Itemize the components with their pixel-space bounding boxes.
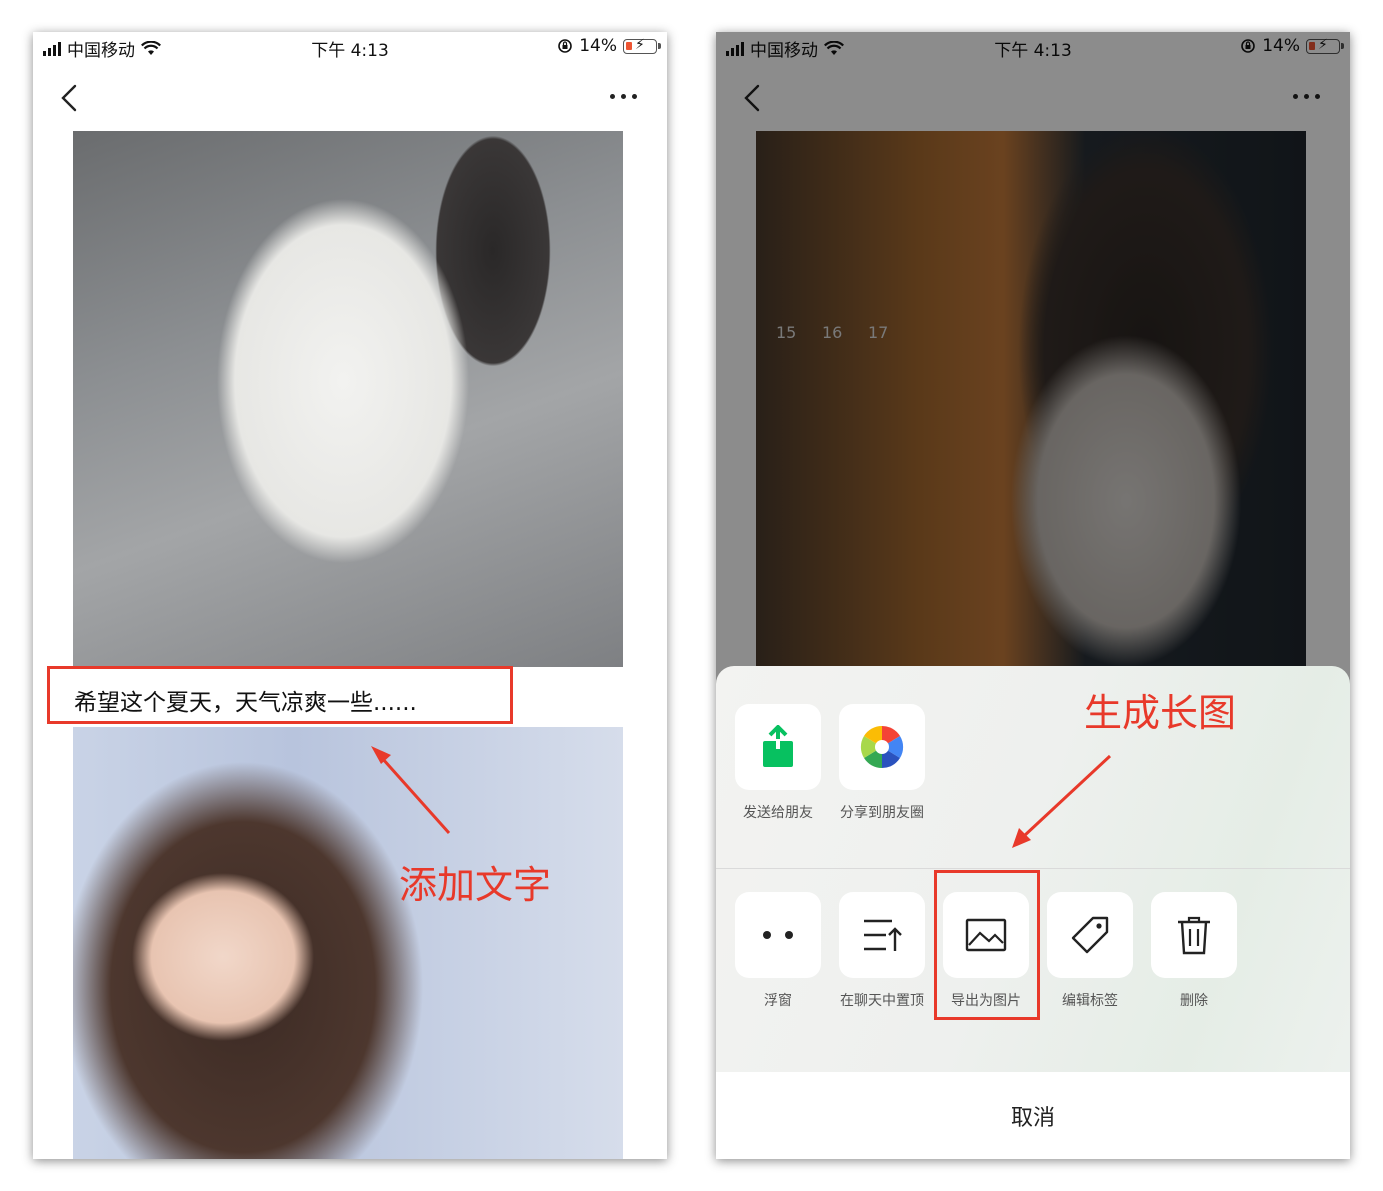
action-label: 在聊天中置顶: [840, 993, 924, 1009]
share-to-moments-action[interactable]: 分享到朋友圈: [822, 704, 942, 822]
float-window-action[interactable]: 浮窗: [718, 892, 838, 1010]
cancel-label: 取消: [1010, 1105, 1055, 1131]
orientation-lock-icon: [558, 39, 573, 53]
send-to-friend-action[interactable]: 发送给朋友: [718, 704, 838, 822]
export-highlight-box: [934, 870, 1040, 1020]
status-bar: 中国移动 下午 4:13 14% ⚡: [33, 32, 667, 62]
action-label: 分享到朋友圈: [840, 805, 924, 821]
annotation-long-image: 生成长图: [1084, 691, 1237, 735]
pin-top-icon: [864, 919, 902, 951]
share-upload-icon: [763, 725, 793, 767]
action-label: 发送给朋友: [743, 805, 813, 821]
nav-bar: [33, 62, 667, 132]
tag-icon: [1071, 916, 1109, 954]
action-label: 编辑标签: [1062, 993, 1118, 1009]
annotation-add-text: 添加文字: [399, 863, 552, 907]
more-dots-icon[interactable]: [610, 94, 637, 99]
pin-to-top-action[interactable]: 在聊天中置顶: [822, 892, 942, 1010]
action-label: 浮窗: [764, 993, 792, 1009]
action-label: 删除: [1180, 993, 1208, 1009]
sheet-divider: [716, 868, 1350, 869]
cancel-button[interactable]: 取消: [716, 1072, 1350, 1159]
action-sheet: 发送给朋友 分享到朋友圈 浮窗 在聊天中置顶 导出为图片 编辑标签 删除 生成长…: [716, 666, 1350, 1159]
edit-tags-action[interactable]: 编辑标签: [1030, 892, 1150, 1010]
battery-percent: 14%: [579, 36, 617, 56]
right-screen: 中国移动 下午 4:13 14% ⚡ 15 16 17 发送给朋友 分享到朋友圈…: [716, 32, 1350, 1159]
moments-aperture-icon: [860, 725, 904, 769]
delete-action[interactable]: 删除: [1134, 892, 1254, 1010]
float-window-icon: [763, 931, 793, 939]
trash-icon: [1178, 916, 1210, 955]
note-photo-2: [73, 727, 623, 1159]
note-caption[interactable]: 希望这个夏天，天气凉爽一些......: [74, 683, 417, 717]
note-photo-1: [73, 131, 623, 667]
left-screen: 中国移动 下午 4:13 14% ⚡ 希望这个夏天，天气凉爽一些...... 添…: [33, 32, 667, 1159]
caption-highlight-box: 希望这个夏天，天气凉爽一些......: [47, 666, 513, 724]
battery-icon: ⚡: [623, 37, 661, 54]
chevron-left-icon[interactable]: [59, 84, 81, 112]
